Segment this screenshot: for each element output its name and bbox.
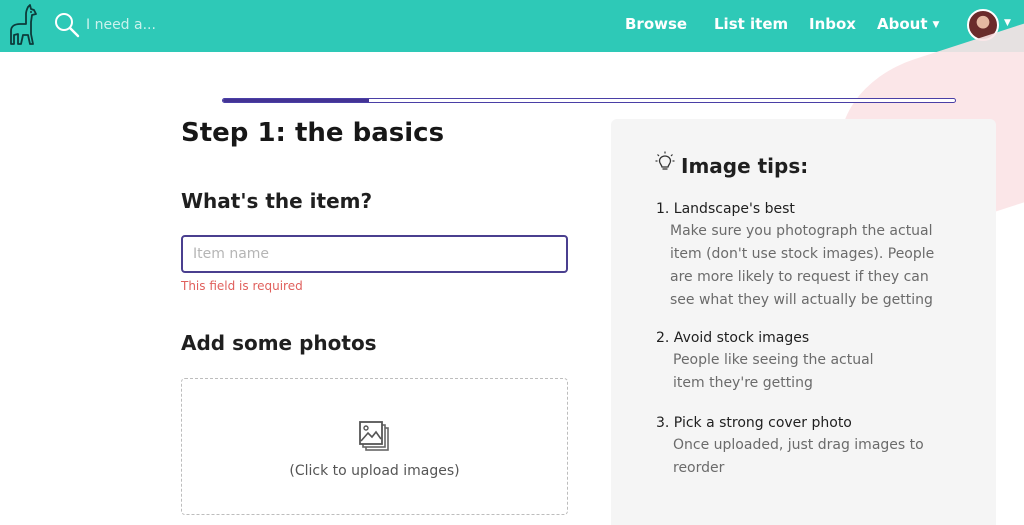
page-title: Step 1: the basics: [181, 118, 445, 148]
image-gallery-icon: [359, 421, 389, 451]
tip-item: 2. Avoid stock images People like seeing…: [656, 330, 976, 395]
tip-body: People like seeing the actual item they'…: [673, 352, 874, 391]
llama-logo-icon[interactable]: [8, 4, 42, 46]
tip-item: 3. Pick a strong cover photo Once upload…: [656, 415, 976, 480]
item-name-heading: What's the item?: [181, 189, 373, 213]
nav-about-label: About: [877, 15, 928, 33]
nav-browse-link[interactable]: Browse: [625, 15, 687, 33]
lightbulb-icon: [655, 151, 675, 170]
photos-heading: Add some photos: [181, 331, 377, 355]
search-input[interactable]: [86, 13, 266, 37]
avatar-chevron-down-icon[interactable]: ▼: [1004, 18, 1011, 28]
tip-body: Once uploaded, just drag images to reord…: [673, 437, 924, 476]
step-progress-fill: [223, 99, 370, 102]
item-name-input[interactable]: [181, 235, 568, 273]
tips-title: Image tips:: [681, 154, 809, 178]
tip-title: 1. Landscape's best: [656, 201, 795, 217]
image-tips-panel: Image tips: 1. Landscape's best Make sur…: [611, 119, 996, 525]
list-item-page: Browse List item Inbox About ▼ ▼ Step 1: …: [0, 0, 1024, 525]
tip-item: 1. Landscape's best Make sure you photog…: [656, 201, 976, 312]
upload-instruction: (Click to upload images): [289, 463, 460, 479]
step-progress-bar: [222, 98, 956, 103]
photo-upload-dropzone[interactable]: (Click to upload images): [181, 378, 568, 515]
nav-list-item-link[interactable]: List item: [714, 15, 788, 33]
chevron-down-icon: ▼: [932, 20, 940, 30]
nav-about-menu[interactable]: About ▼: [877, 15, 939, 33]
tip-body: Make sure you photograph the actual item…: [670, 223, 935, 308]
item-name-error: This field is required: [181, 279, 303, 293]
tip-title: 3. Pick a strong cover photo: [656, 415, 852, 431]
search-icon[interactable]: [54, 12, 80, 38]
top-navbar: Browse List item Inbox About ▼ ▼: [0, 0, 1024, 52]
tip-title: 2. Avoid stock images: [656, 330, 810, 346]
nav-inbox-link[interactable]: Inbox: [809, 15, 856, 33]
